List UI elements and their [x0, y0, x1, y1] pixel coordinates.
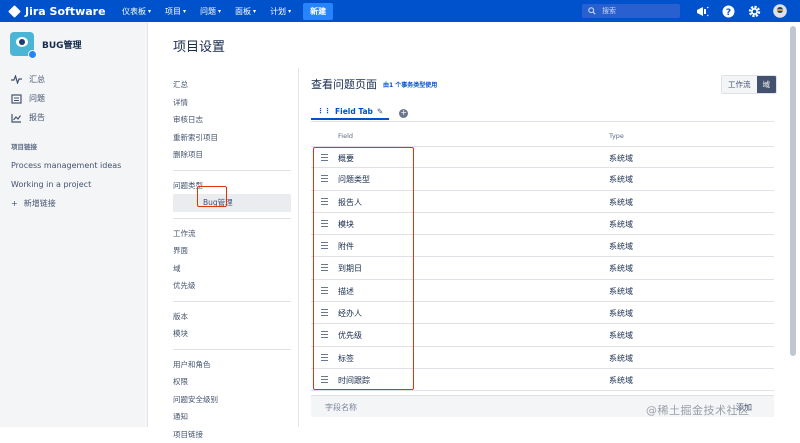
- settings-nav-item[interactable]: 详情: [173, 94, 291, 112]
- drag-handle-icon: ⋮⋮: [317, 107, 331, 115]
- highlight-box-fields: [313, 147, 414, 390]
- table-header: Field Type: [311, 130, 774, 144]
- settings-nav-item[interactable]: 优先级: [173, 277, 291, 295]
- settings-nav-item[interactable]: 通知: [173, 408, 291, 426]
- divider: [298, 68, 299, 427]
- divider: [173, 170, 291, 171]
- top-navigation-bar: Jira Software 仪表板▾ 项目▾ 问题▾ 面板▾ 计划▾ 新建: [0, 0, 800, 22]
- field-type: 系统域: [609, 153, 633, 164]
- sidebar-item-issues[interactable]: 问题: [0, 89, 147, 108]
- settings-nav-item[interactable]: 工作流: [173, 225, 291, 243]
- divider: [173, 301, 291, 302]
- nav-plans[interactable]: 计划▾: [270, 6, 291, 17]
- settings-nav-item[interactable]: 域: [173, 260, 291, 278]
- pulse-icon: [11, 75, 22, 84]
- sidebar-item-label: 报告: [29, 112, 45, 123]
- field-type: 系统域: [609, 375, 633, 386]
- chevron-down-icon: ▾: [148, 8, 151, 15]
- settings-nav: 汇总 详情 审核日志 重新索引项目 删除项目 问题类型 Bug管理 工作流 界面…: [173, 76, 291, 443]
- project-header[interactable]: BUG管理: [10, 32, 147, 56]
- create-button[interactable]: 新建: [303, 3, 333, 20]
- toggle-workflow-button[interactable]: 工作流: [722, 76, 757, 93]
- sidebar-item-reports[interactable]: 报告: [0, 108, 147, 127]
- megaphone-icon[interactable]: [694, 3, 710, 19]
- jira-logo[interactable]: Jira Software: [10, 5, 122, 18]
- pencil-icon[interactable]: ✎: [377, 107, 383, 116]
- add-link-button[interactable]: +新增链接: [0, 194, 147, 213]
- screen-title: 查看问题页面 由1 个事务类型使用: [311, 76, 437, 92]
- field-type: 系统域: [609, 330, 633, 341]
- page-title: 项目设置: [173, 36, 225, 55]
- project-link[interactable]: Process management ideas: [0, 156, 147, 175]
- field-type: 系统域: [609, 263, 633, 274]
- search-icon: [588, 7, 596, 15]
- nav-dashboards[interactable]: 仪表板▾: [122, 6, 151, 17]
- sidebar-item-label: 汇总: [29, 74, 45, 85]
- divider: [311, 121, 774, 122]
- settings-nav-item[interactable]: 项目链接: [173, 426, 291, 443]
- gear-icon[interactable]: [746, 3, 762, 19]
- project-sidebar: BUG管理 汇总 问题 报告 项目链接 Process management i…: [0, 22, 148, 427]
- field-type: 系统域: [609, 353, 633, 364]
- column-header-type: Type: [609, 132, 624, 140]
- tab-field-tab[interactable]: ⋮⋮ Field Tab ✎: [311, 107, 389, 120]
- field-type: 系统域: [609, 286, 633, 297]
- settings-nav-item[interactable]: 界面: [173, 242, 291, 260]
- watermark: @稀土掘金技术社区: [646, 402, 750, 418]
- view-toggle: 工作流 域: [721, 75, 777, 94]
- nav-issues[interactable]: 问题▾: [200, 6, 221, 17]
- project-badge-icon: [28, 50, 37, 59]
- column-header-field: Field: [338, 132, 353, 140]
- search-input[interactable]: 搜索: [582, 4, 680, 18]
- project-name: BUG管理: [42, 38, 82, 51]
- field-type: 系统域: [609, 308, 633, 319]
- settings-nav-item[interactable]: 重新索引项目: [173, 129, 291, 147]
- nav-projects[interactable]: 项目▾: [165, 6, 186, 17]
- settings-nav-item[interactable]: 汇总: [173, 76, 291, 94]
- sidebar-item-label: 问题: [29, 93, 45, 104]
- divider: [173, 349, 291, 350]
- project-avatar: [10, 32, 34, 56]
- scrollbar[interactable]: [790, 26, 796, 356]
- chevron-down-icon: ▾: [218, 8, 221, 15]
- settings-nav-item[interactable]: 用户和角色: [173, 356, 291, 374]
- settings-nav-item[interactable]: 问题类型: [173, 177, 291, 195]
- search-placeholder: 搜索: [602, 6, 616, 16]
- chevron-down-icon: ▾: [288, 8, 291, 15]
- add-field-placeholder: 字段名称: [325, 402, 357, 413]
- help-icon[interactable]: ?: [720, 3, 736, 19]
- field-type: 系统域: [609, 241, 633, 252]
- settings-nav-item[interactable]: 审核日志: [173, 111, 291, 129]
- product-name: Jira Software: [25, 5, 106, 18]
- field-type: 系统域: [609, 219, 633, 230]
- nav-boards[interactable]: 面板▾: [235, 6, 256, 17]
- chart-icon: [11, 113, 22, 123]
- settings-nav-item[interactable]: 权限: [173, 373, 291, 391]
- screen-tabs: ⋮⋮ Field Tab ✎ +: [311, 106, 408, 120]
- divider: [173, 218, 291, 219]
- settings-nav-item[interactable]: 删除项目: [173, 146, 291, 164]
- avatar[interactable]: [772, 3, 788, 19]
- sidebar-item-summary[interactable]: 汇总: [0, 70, 147, 89]
- settings-nav-item[interactable]: 问题安全级别: [173, 391, 291, 409]
- issues-icon: [11, 94, 22, 104]
- project-link[interactable]: Working in a project: [0, 175, 147, 194]
- chevron-down-icon: ▾: [253, 8, 256, 15]
- plus-icon: +: [11, 199, 18, 208]
- settings-nav-issue-type-selected[interactable]: Bug管理: [173, 194, 291, 212]
- svg-text:?: ?: [725, 7, 730, 17]
- settings-nav-item[interactable]: 模块: [173, 325, 291, 343]
- usage-tag[interactable]: 由1 个事务类型使用: [383, 80, 437, 89]
- add-tab-icon[interactable]: +: [399, 109, 408, 118]
- settings-nav-item[interactable]: 版本: [173, 308, 291, 326]
- highlight-box-issue-type: [197, 186, 227, 207]
- project-links-heading: 项目链接: [11, 141, 147, 151]
- jira-logo-icon: [8, 5, 21, 18]
- toggle-field-button[interactable]: 域: [757, 76, 777, 93]
- chevron-down-icon: ▾: [183, 8, 186, 15]
- field-type: 系统域: [609, 174, 633, 185]
- field-type: 系统域: [609, 197, 633, 208]
